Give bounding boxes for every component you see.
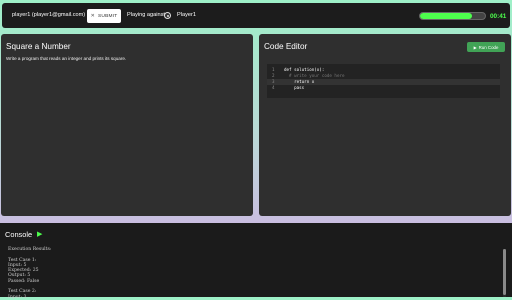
top-bar: player1 (player1@gmail.com) ✕ SUBMIT Pla… xyxy=(2,3,510,28)
problem-panel: Square a Number Write a program that rea… xyxy=(1,34,253,216)
console-scrollbar[interactable] xyxy=(503,249,506,297)
problem-description: Write a program that reads an integer an… xyxy=(6,56,127,61)
play-icon: ▶ xyxy=(473,44,477,50)
editor-title: Code Editor xyxy=(264,42,308,51)
code-text: pass xyxy=(284,85,305,90)
opponent-avatar-icon xyxy=(164,12,171,19)
progress-fill xyxy=(420,13,472,19)
problem-title: Square a Number xyxy=(6,42,71,51)
console-output: Execution Results: Test Case 1: Input: 5… xyxy=(8,247,52,300)
console-title: Console xyxy=(5,230,33,239)
line-number: 4 xyxy=(272,85,275,90)
code-line: 4 pass xyxy=(267,85,500,91)
playing-against-label: Playing against xyxy=(127,12,165,18)
console-panel: Console ▶ Execution Results: Test Case 1… xyxy=(0,223,512,300)
play-icon: ▶ xyxy=(37,231,43,238)
opponent-name: Player1 xyxy=(177,12,196,18)
code-editor[interactable]: 1 def solution(x): 2 # write your code h… xyxy=(267,64,500,98)
run-code-button[interactable]: ▶ Run Code xyxy=(467,42,505,52)
x-icon: ✕ xyxy=(90,13,96,19)
progress-bar xyxy=(419,12,486,20)
editor-panel: Code Editor ▶ Run Code 1 def solution(x)… xyxy=(259,34,511,216)
submit-button[interactable]: ✕ SUBMIT xyxy=(87,9,121,23)
user-label: player1 (player1@gmail.com) xyxy=(12,12,86,18)
submit-label: SUBMIT xyxy=(98,13,118,19)
run-code-label: Run Code xyxy=(478,44,499,50)
timer: 00:41 xyxy=(490,13,507,20)
scrollbar-thumb[interactable] xyxy=(503,249,506,295)
